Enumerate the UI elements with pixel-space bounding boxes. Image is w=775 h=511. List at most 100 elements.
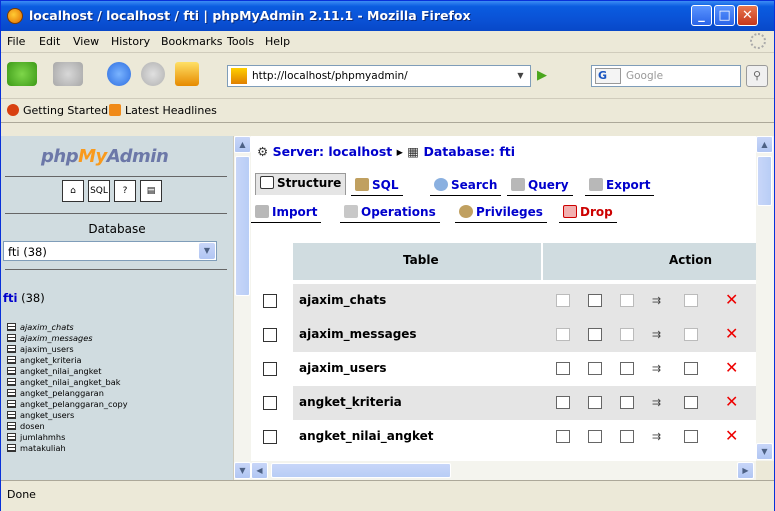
structure-icon[interactable] [588, 396, 602, 409]
tab-drop[interactable]: Drop [559, 203, 617, 223]
table-list-item[interactable]: angket_pelanggaran [7, 388, 231, 399]
url-text[interactable]: http://localhost/phpmyadmin/ [252, 70, 408, 82]
tab-sql[interactable]: SQL [351, 176, 403, 196]
scroll-thumb[interactable] [271, 463, 451, 478]
search-icon[interactable] [620, 362, 634, 375]
drop-icon[interactable]: ✕ [725, 360, 738, 376]
drop-icon[interactable]: ✕ [725, 292, 738, 308]
browse-icon[interactable] [556, 430, 570, 443]
scroll-thumb[interactable] [757, 156, 772, 206]
tab-export[interactable]: Export [585, 176, 655, 196]
menu-bookmarks[interactable]: Bookmarks [161, 35, 222, 48]
menu-file[interactable]: File [7, 35, 25, 48]
search-icon[interactable] [620, 430, 634, 443]
reload-icon[interactable] [107, 62, 131, 86]
main-frame-vertical-scrollbar[interactable]: ▲ ▼ [756, 136, 774, 461]
browse-icon[interactable] [556, 294, 570, 307]
scroll-down-icon[interactable]: ▼ [756, 443, 773, 460]
menu-tools[interactable]: Tools [227, 35, 254, 48]
search-icon[interactable] [620, 294, 634, 307]
empty-icon[interactable] [684, 396, 698, 409]
menu-history[interactable]: History [111, 35, 150, 48]
drop-icon[interactable]: ✕ [725, 326, 738, 342]
insert-icon[interactable]: ⇉ [652, 396, 666, 409]
close-button[interactable]: ✕ [737, 5, 758, 26]
empty-icon[interactable] [684, 430, 698, 443]
scroll-right-icon[interactable]: ▶ [737, 462, 754, 479]
table-name-link[interactable]: ajaxim_chats [299, 293, 386, 307]
tab-import[interactable]: Import [251, 203, 322, 223]
browse-icon[interactable] [556, 396, 570, 409]
drop-icon[interactable]: ✕ [725, 428, 738, 444]
back-icon[interactable] [7, 62, 37, 86]
search-button-icon[interactable]: ⚲ [746, 65, 768, 87]
browse-icon[interactable] [556, 328, 570, 341]
structure-icon[interactable] [588, 328, 602, 341]
structure-icon[interactable] [588, 294, 602, 307]
empty-icon[interactable] [684, 362, 698, 375]
sql-window-icon[interactable]: SQL [88, 180, 110, 202]
stop-icon[interactable] [141, 62, 165, 86]
scroll-up-icon[interactable]: ▲ [756, 136, 773, 153]
table-name-link[interactable]: ajaxim_users [299, 361, 387, 375]
bookmark-latest-headlines[interactable]: Latest Headlines [109, 104, 217, 117]
menu-view[interactable]: View [73, 35, 99, 48]
search-input[interactable]: Google [626, 70, 663, 82]
structure-icon[interactable] [588, 430, 602, 443]
table-list-item[interactable]: ajaxim_users [7, 344, 231, 355]
row-checkbox[interactable] [263, 396, 277, 410]
row-checkbox[interactable] [263, 430, 277, 444]
scroll-up-icon[interactable]: ▲ [234, 136, 251, 153]
insert-icon[interactable]: ⇉ [652, 294, 666, 307]
table-column-header[interactable]: Table [403, 253, 439, 267]
breadcrumb-database[interactable]: Database: fti [423, 144, 515, 159]
scroll-down-icon[interactable]: ▼ [234, 462, 251, 479]
bookmark-getting-started[interactable]: Getting Started [7, 104, 108, 117]
breadcrumb-server[interactable]: Server: localhost [273, 144, 393, 159]
tab-operations[interactable]: Operations [340, 203, 440, 223]
forward-icon[interactable] [53, 62, 83, 86]
table-list-item[interactable]: matakuliah [7, 443, 231, 454]
tab-search[interactable]: Search [430, 176, 502, 196]
row-checkbox[interactable] [263, 294, 277, 308]
drop-icon[interactable]: ✕ [725, 394, 738, 410]
home-icon[interactable] [175, 62, 199, 86]
tab-structure[interactable]: Structure [255, 173, 347, 195]
table-list-item[interactable]: angket_nilai_angket [7, 366, 231, 377]
left-frame-scrollbar[interactable]: ▲ ▼ [233, 136, 251, 480]
menu-help[interactable]: Help [265, 35, 290, 48]
phpmyadmin-logo[interactable]: phpMyAdmin [41, 146, 169, 167]
maximize-button[interactable]: □ [714, 5, 735, 26]
insert-icon[interactable]: ⇉ [652, 328, 666, 341]
browse-icon[interactable] [556, 362, 570, 375]
scroll-left-icon[interactable]: ◀ [251, 462, 268, 479]
main-frame-horizontal-scrollbar[interactable]: ◀ ▶ [251, 461, 756, 480]
home-icon[interactable]: ⌂ [62, 180, 84, 202]
scroll-thumb[interactable] [235, 156, 250, 296]
query-icon[interactable]: ? [114, 180, 136, 202]
row-checkbox[interactable] [263, 328, 277, 342]
empty-icon[interactable] [684, 328, 698, 341]
docs-icon[interactable]: ▤ [140, 180, 162, 202]
table-list-item[interactable]: angket_users [7, 410, 231, 421]
chevron-down-icon[interactable]: ▼ [199, 243, 215, 259]
table-list-item[interactable]: angket_nilai_angket_bak [7, 377, 231, 388]
structure-icon[interactable] [588, 362, 602, 375]
table-name-link[interactable]: angket_nilai_angket [299, 429, 434, 443]
database-select[interactable]: fti (38) ▼ [3, 241, 217, 261]
table-name-link[interactable]: ajaxim_messages [299, 327, 417, 341]
insert-icon[interactable]: ⇉ [652, 430, 666, 443]
search-icon[interactable] [620, 328, 634, 341]
search-icon[interactable] [620, 396, 634, 409]
tab-query[interactable]: Query [507, 176, 573, 196]
table-list-item[interactable]: ajaxim_messages [7, 333, 231, 344]
table-list-item[interactable]: angket_kriteria [7, 355, 231, 366]
tab-privileges[interactable]: Privileges [455, 203, 547, 223]
table-list-item[interactable]: dosen [7, 421, 231, 432]
go-icon[interactable]: ▶ [533, 67, 551, 85]
row-checkbox[interactable] [263, 362, 277, 376]
current-database[interactable]: fti (38) [3, 291, 45, 305]
search-bar[interactable]: G Google [591, 65, 741, 87]
url-bar[interactable]: http://localhost/phpmyadmin/ ▼ [227, 65, 531, 87]
empty-icon[interactable] [684, 294, 698, 307]
